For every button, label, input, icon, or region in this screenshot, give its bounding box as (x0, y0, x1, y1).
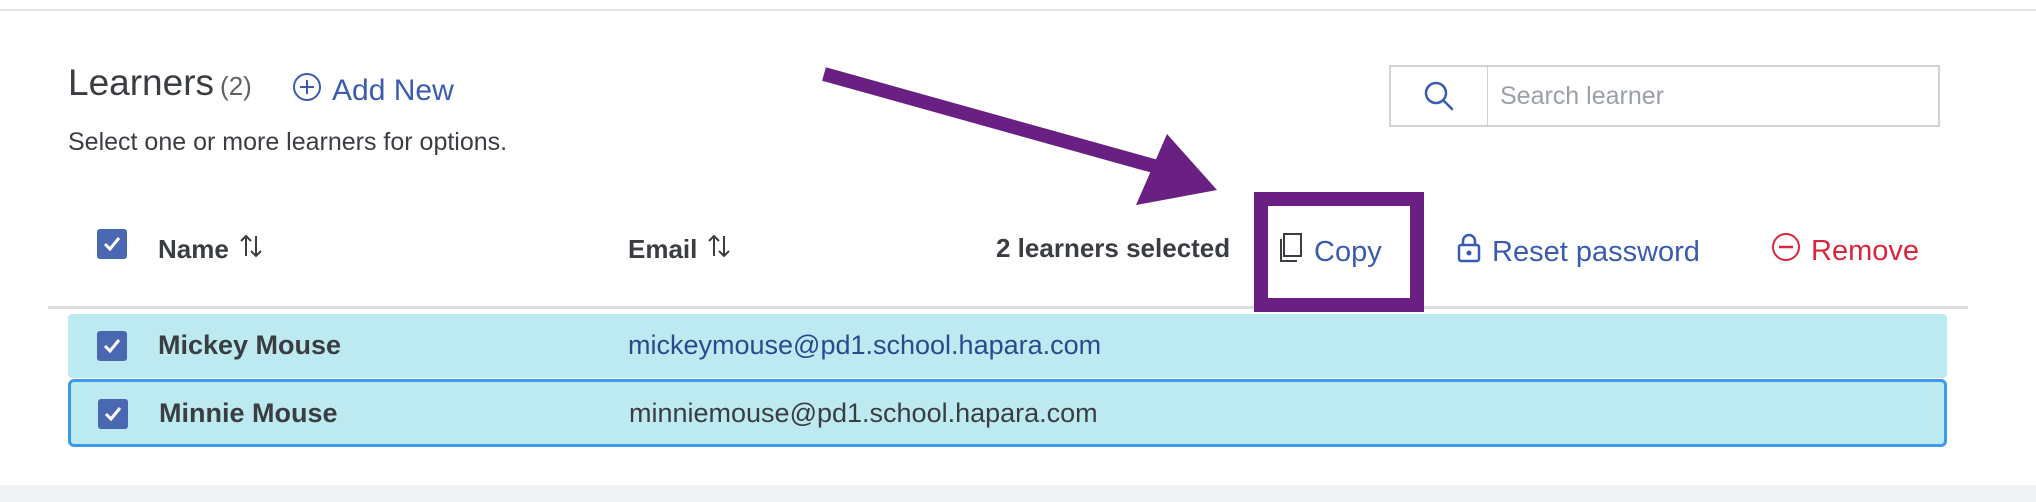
annotation-highlight-box (1254, 192, 1424, 312)
annotation-arrow (822, 67, 1217, 205)
